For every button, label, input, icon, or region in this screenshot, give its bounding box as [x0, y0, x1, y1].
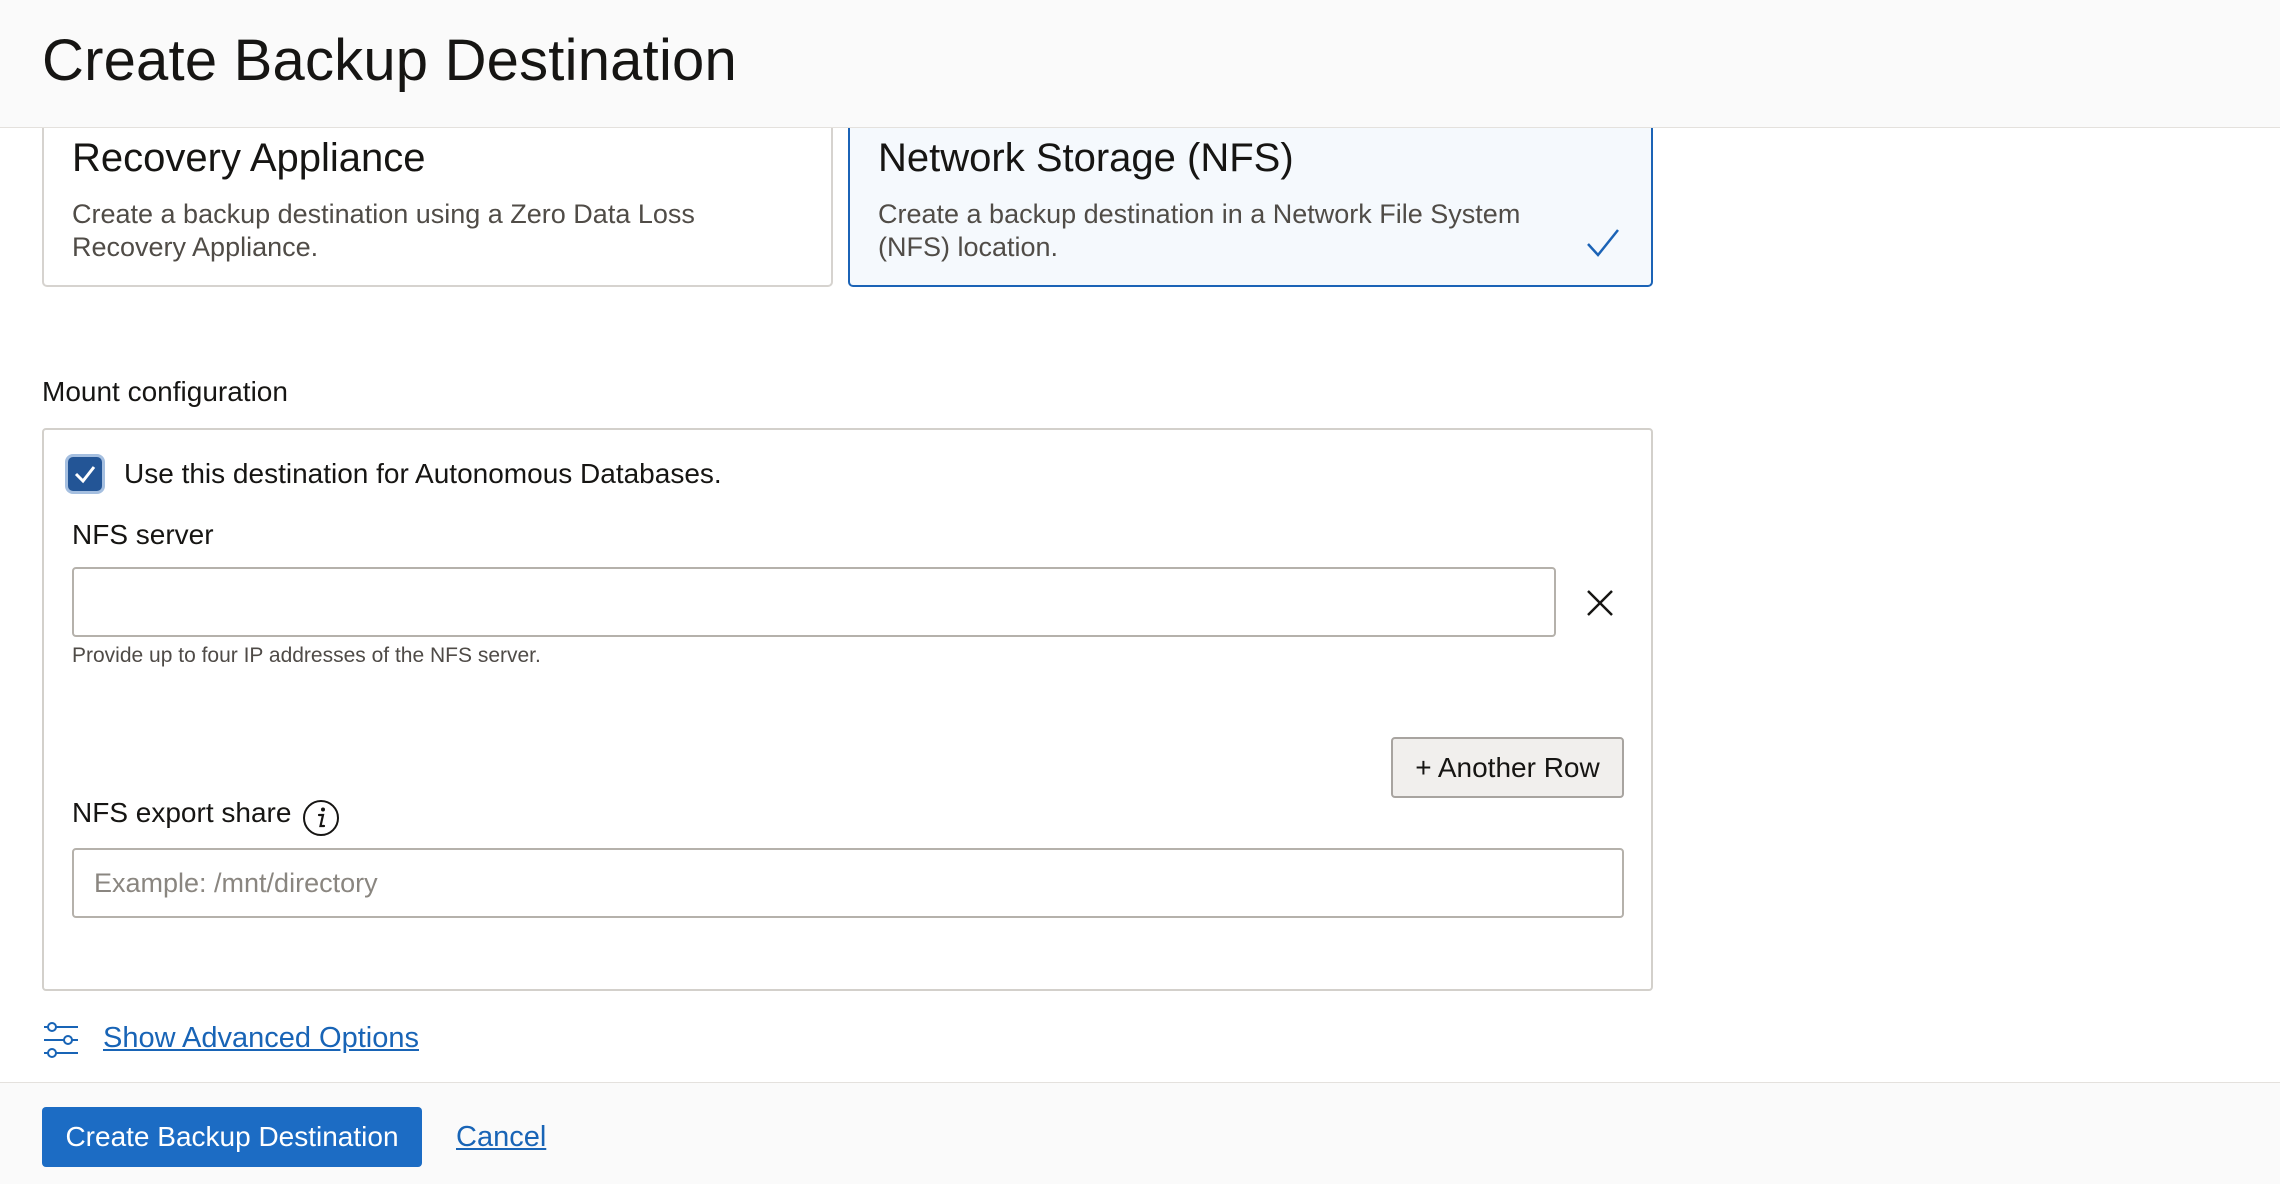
nfs-server-help-text: Provide up to four IP addresses of the N… — [72, 644, 541, 667]
autonomous-db-checkbox[interactable] — [68, 457, 102, 491]
destination-card-nfs[interactable]: Network Storage (NFS) Create a backup de… — [848, 128, 1653, 287]
page-header: Create Backup Destination — [0, 0, 2280, 128]
card-title: Network Storage (NFS) — [878, 136, 1294, 180]
footer-bar: Create Backup Destination Cancel — [0, 1082, 2280, 1184]
info-icon[interactable] — [302, 799, 340, 837]
nfs-server-label: NFS server — [72, 519, 214, 550]
show-advanced-options-link[interactable]: Show Advanced Options — [103, 1020, 419, 1056]
check-icon — [1587, 229, 1619, 257]
autonomous-db-checkbox-label[interactable]: Use this destination for Autonomous Data… — [124, 455, 722, 493]
cancel-link[interactable]: Cancel — [456, 1119, 546, 1155]
mount-configuration-label: Mount configuration — [42, 376, 288, 407]
nfs-export-share-label: NFS export share — [72, 797, 292, 828]
nfs-export-share-input[interactable] — [72, 848, 1624, 918]
create-backup-destination-button[interactable]: Create Backup Destination — [42, 1107, 422, 1167]
card-description: Create a backup destination using a Zero… — [72, 199, 695, 262]
destination-card-recovery-appliance[interactable]: Recovery Appliance Create a backup desti… — [42, 128, 833, 287]
card-title: Recovery Appliance — [72, 136, 426, 180]
checkmark-icon — [74, 466, 96, 484]
card-description: Create a backup destination in a Network… — [878, 199, 1521, 262]
mount-configuration-panel: Use this destination for Autonomous Data… — [42, 428, 1653, 991]
sliders-icon — [44, 1022, 78, 1058]
page-title: Create Backup Destination — [42, 28, 737, 93]
nfs-server-input[interactable] — [72, 567, 1556, 637]
add-another-row-button[interactable]: + Another Row — [1391, 737, 1624, 798]
close-icon[interactable] — [1585, 588, 1615, 618]
